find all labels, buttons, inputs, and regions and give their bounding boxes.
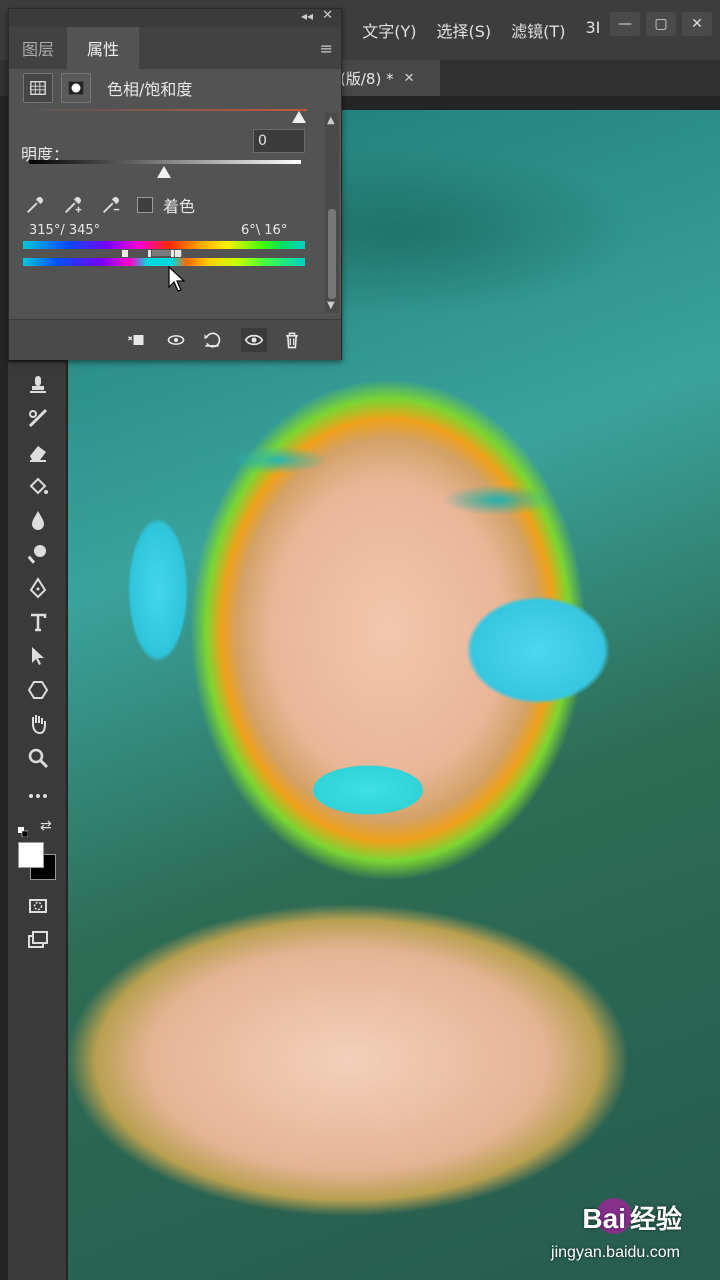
photoshop-window: ) 文字(Y) 选择(S) 滤镜(T) 3I — ▢ ✕ (版/8) * ✕	[0, 0, 720, 1280]
pen-tool-icon[interactable]	[24, 574, 52, 602]
clip-to-layer-icon[interactable]	[123, 328, 149, 352]
more-tools-icon[interactable]	[24, 782, 52, 810]
delete-trash-icon[interactable]	[279, 328, 305, 352]
tab-properties[interactable]: 属性	[67, 27, 139, 69]
view-previous-state-icon[interactable]	[163, 328, 189, 352]
eyedropper-icon[interactable]	[23, 193, 47, 217]
window-controls: — ▢ ✕	[610, 12, 712, 36]
close-panel-icon[interactable]: ✕	[322, 8, 333, 23]
mouse-cursor-icon	[167, 265, 187, 293]
path-selection-icon[interactable]	[24, 642, 52, 670]
swap-colors-icon[interactable]: ⇄	[40, 818, 52, 834]
hue-bar-output	[23, 258, 305, 266]
visibility-eye-icon[interactable]	[241, 328, 267, 352]
stamp-tool-icon[interactable]	[24, 370, 52, 398]
watermark-brand-text: Bai	[582, 1203, 626, 1234]
polygon-shape-icon[interactable]	[24, 676, 52, 704]
watermark-url: jingyan.baidu.com	[551, 1244, 680, 1261]
close-button[interactable]: ✕	[682, 12, 712, 36]
menu-item-3d[interactable]: 3I	[585, 18, 600, 42]
panel-footer	[9, 319, 341, 360]
adjustment-title: 色相/饱和度	[107, 80, 193, 99]
eyedropper-minus-icon[interactable]	[99, 193, 123, 217]
history-brush-icon[interactable]	[24, 404, 52, 432]
range-left-value: 315°/ 345°	[29, 223, 101, 238]
lightness-track[interactable]	[29, 160, 301, 164]
tab-layers[interactable]: 图层	[9, 27, 67, 69]
layer-mask-icon[interactable]	[61, 73, 91, 103]
document-tab[interactable]: (版/8) * ✕	[332, 60, 440, 96]
hand-tool-icon[interactable]	[24, 710, 52, 738]
scroll-down-icon[interactable]: ▼	[327, 300, 335, 311]
screen-mode-icon[interactable]	[24, 926, 52, 954]
menu-item-filter[interactable]: 滤镜(T)	[511, 18, 565, 42]
scroll-thumb[interactable]	[328, 209, 336, 299]
colorize-label: 着色	[163, 197, 196, 216]
foreground-color-swatch[interactable]	[18, 842, 44, 868]
panel-scrollbar[interactable]: ▲ ▼	[325, 113, 339, 313]
type-tool-icon[interactable]	[24, 608, 52, 636]
collapse-panel-icon[interactable]: ◂◂	[301, 9, 313, 23]
colorize-option[interactable]: 着色	[137, 193, 195, 217]
hue-bar-input	[23, 241, 305, 249]
panel-tabs: 图层 属性 ≡	[9, 27, 341, 69]
menu-items: ) 文字(Y) 选择(S) 滤镜(T) 3I	[336, 18, 600, 42]
adjustment-header: 色相/饱和度	[23, 71, 192, 105]
menu-item-type[interactable]: 文字(Y)	[362, 18, 416, 42]
zoom-tool-icon[interactable]	[24, 744, 52, 772]
menu-item-select[interactable]: 选择(S)	[437, 18, 492, 42]
tools-panel: ⇄	[8, 362, 67, 1280]
paint-bucket-icon[interactable]	[24, 472, 52, 500]
eyedropper-group	[23, 193, 123, 217]
reset-icon[interactable]	[199, 328, 225, 352]
watermark-brand-cn: 经验	[629, 1204, 682, 1234]
scroll-up-icon[interactable]: ▲	[327, 115, 335, 126]
hue-range-left-handle[interactable]	[122, 250, 128, 257]
range-right-value: 6°\ 16°	[241, 223, 288, 238]
colorize-checkbox[interactable]	[137, 197, 153, 213]
saturation-thumb[interactable]	[292, 111, 306, 123]
watermark-brand: Bai 经验	[582, 1199, 682, 1236]
default-colors-icon[interactable]	[18, 822, 29, 838]
panel-titlebar[interactable]: ◂◂ ✕	[9, 8, 341, 27]
restore-button[interactable]: ▢	[646, 12, 676, 36]
close-icon[interactable]: ✕	[404, 71, 415, 86]
blur-drop-icon[interactable]	[24, 506, 52, 534]
eraser-icon[interactable]	[24, 438, 52, 466]
eyedropper-plus-icon[interactable]	[61, 193, 85, 217]
hue-range-inner-left-handle[interactable]	[148, 250, 151, 257]
properties-panel: ◂◂ ✕ 图层 属性 ≡ 色相/饱和度 明度： 0 着色 315°/ 345° …	[8, 8, 342, 360]
quick-mask-icon[interactable]	[24, 892, 52, 920]
lightness-input[interactable]	[253, 129, 305, 153]
saturation-track[interactable]	[27, 109, 307, 111]
document-tab-label: (版/8) *	[340, 69, 394, 88]
panel-menu-icon[interactable]: ≡	[320, 39, 333, 58]
hue-range-inner-right-handle[interactable]	[171, 250, 174, 257]
adjustment-layer-icon[interactable]	[23, 73, 53, 103]
minimize-button[interactable]: —	[610, 12, 640, 36]
lightness-thumb[interactable]	[157, 166, 171, 178]
hue-range-right-handle[interactable]	[175, 250, 181, 257]
dodge-icon[interactable]	[24, 540, 52, 568]
